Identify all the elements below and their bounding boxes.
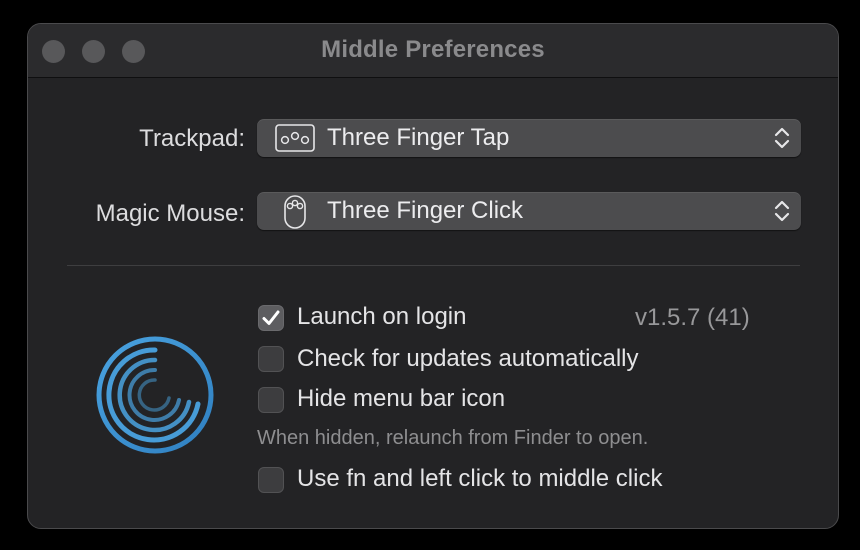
hide-menu-bar-label: Hide menu bar icon xyxy=(297,385,506,412)
trackpad-label: Trackpad: xyxy=(139,125,245,152)
fn-left-click-label: Use fn and left click to middle click xyxy=(297,465,663,492)
chevron-up-down-icon xyxy=(773,126,791,155)
version-text: v1.5.7 (41) xyxy=(635,304,750,331)
check-updates-checkbox[interactable] xyxy=(258,346,284,372)
fn-left-click-checkbox[interactable] xyxy=(258,467,284,493)
trackpad-gesture-popup[interactable]: Three Finger Tap xyxy=(257,119,801,157)
chevron-up-down-icon xyxy=(773,199,791,228)
hide-menu-bar-hint: When hidden, relaunch from Finder to ope… xyxy=(257,427,649,449)
section-divider xyxy=(67,265,800,266)
checkmark-icon xyxy=(262,310,280,325)
title-bar: Middle Preferences xyxy=(28,24,838,78)
launch-on-login-label: Launch on login xyxy=(297,303,467,330)
magic-mouse-selected-value: Three Finger Click xyxy=(327,197,524,224)
trackpad-selected-value: Three Finger Tap xyxy=(327,124,510,151)
launch-on-login-checkbox[interactable] xyxy=(258,305,284,331)
app-logo-icon xyxy=(94,334,216,461)
magic-mouse-gesture-popup[interactable]: Three Finger Click xyxy=(257,192,801,230)
magic-mouse-label: Magic Mouse: xyxy=(95,200,245,227)
trackpad-three-finger-icon xyxy=(275,124,315,157)
preferences-window: Middle Preferences Trackpad: Three Finge… xyxy=(27,23,839,529)
hide-menu-bar-checkbox[interactable] xyxy=(258,387,284,413)
magic-mouse-icon xyxy=(283,194,307,235)
check-updates-label: Check for updates automatically xyxy=(297,345,639,372)
window-title: Middle Preferences xyxy=(321,36,545,63)
